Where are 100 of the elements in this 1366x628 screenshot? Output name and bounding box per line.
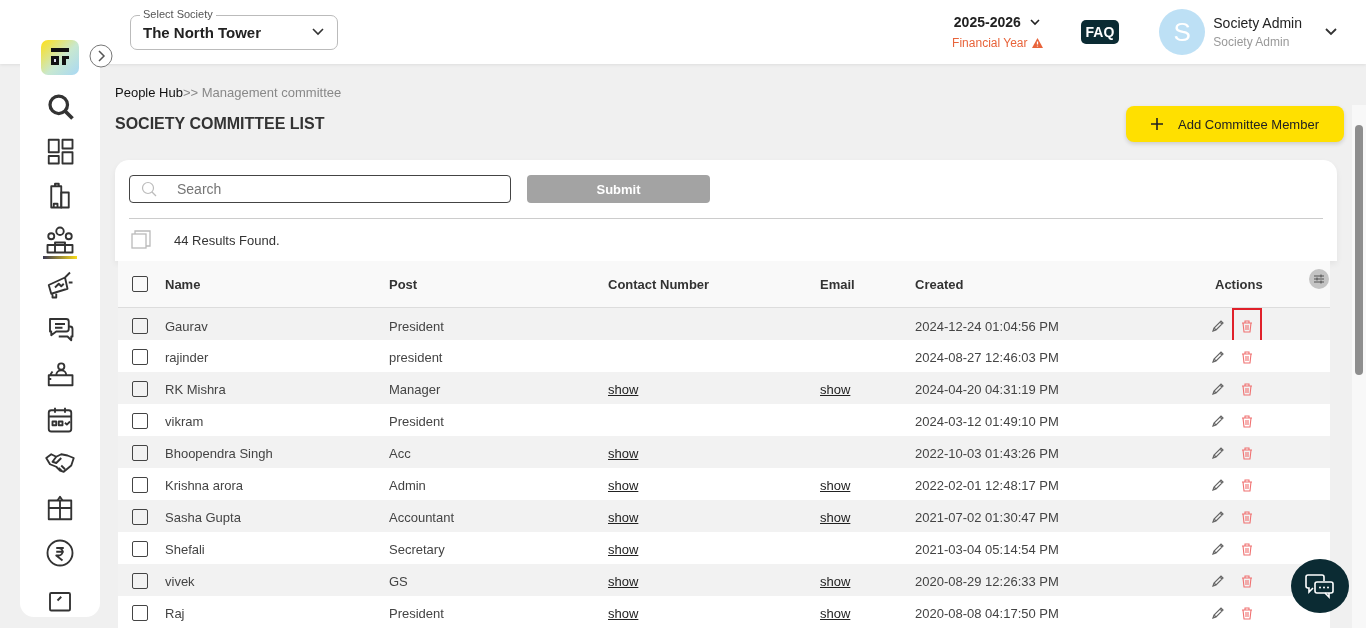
select-all-checkbox[interactable]	[132, 276, 148, 292]
trash-icon	[1241, 478, 1253, 492]
trash-icon	[1241, 510, 1253, 524]
edit-icon[interactable]	[1211, 446, 1225, 460]
user-name: Society Admin	[1213, 15, 1302, 31]
column-header: Email	[820, 276, 856, 292]
search-field[interactable]: Search	[129, 175, 511, 203]
app-logo[interactable]	[41, 40, 79, 75]
trash-icon	[1241, 542, 1253, 556]
chevron-down-icon[interactable]	[1324, 27, 1338, 37]
post-cell-text: president	[389, 349, 444, 365]
breadcrumb-current: >> Management committee	[182, 85, 342, 100]
post-cell-text: President	[389, 318, 445, 334]
edit-icon[interactable]	[1211, 382, 1225, 396]
chevron-down-icon	[1028, 18, 1041, 26]
post-cell-text: President	[389, 605, 445, 621]
post-cell-text: Secretary	[389, 541, 446, 557]
edit-icon[interactable]	[1211, 542, 1225, 556]
created-cell-text: 2022-02-01 12:48:17 PM	[915, 477, 1060, 493]
nav-icon	[45, 224, 75, 255]
created-cell-text: 2021-03-04 05:14:54 PM	[915, 541, 1060, 557]
show-email-link[interactable]: show	[820, 509, 851, 525]
edit-icon[interactable]	[1211, 350, 1225, 364]
row-checkbox[interactable]	[132, 573, 148, 589]
name-cell-text: vivek	[165, 573, 196, 589]
trash-icon	[1241, 606, 1253, 620]
name-cell-text: rajinder	[165, 349, 210, 365]
row-checkbox[interactable]	[132, 413, 148, 429]
year-selector[interactable]: 2025-2026	[953, 14, 1021, 30]
expand-sidebar-icon[interactable]	[89, 44, 113, 68]
row-checkbox[interactable]	[132, 381, 148, 397]
name-cell-text: vikram	[165, 413, 205, 429]
row-checkbox[interactable]	[132, 541, 148, 557]
row-checkbox[interactable]	[132, 349, 148, 365]
trash-icon	[1241, 414, 1253, 428]
add-member-button[interactable]: Add Committee Member	[1126, 106, 1344, 142]
edit-icon[interactable]	[1211, 510, 1225, 524]
name-cell-text: Krishna arora	[165, 477, 245, 493]
chevron-down-icon	[311, 27, 325, 37]
edit-icon[interactable]	[1211, 319, 1225, 333]
column-settings-icon[interactable]	[1309, 269, 1329, 289]
page-title: SOCIETY COMMITTEE LIST	[115, 115, 325, 133]
show-contact-link[interactable]: show	[608, 573, 639, 589]
created-cell-text: 2024-03-12 01:49:10 PM	[915, 413, 1060, 429]
edit-icon[interactable]	[1211, 414, 1225, 428]
name-cell-text: Bhoopendra Singh	[165, 445, 274, 461]
created-cell-text: 2021-07-02 01:30:47 PM	[915, 509, 1060, 525]
edit-icon[interactable]	[1211, 606, 1225, 620]
created-cell-text: 2020-08-08 04:17:50 PM	[915, 605, 1060, 621]
trash-icon	[1241, 350, 1253, 364]
trash-icon	[1241, 446, 1253, 460]
trash-icon	[1241, 319, 1253, 333]
show-email-link[interactable]: show	[820, 605, 851, 621]
edit-icon[interactable]	[1211, 478, 1225, 492]
post-cell-text: Acc	[389, 445, 412, 461]
results-count: 44 Results Found.	[174, 232, 280, 248]
row-checkbox[interactable]	[132, 477, 148, 493]
post-cell-text: Admin	[389, 477, 427, 493]
name-cell-text: Gaurav	[165, 318, 209, 334]
trash-icon	[1241, 382, 1253, 396]
financial-year-label: Financial Year	[952, 36, 1028, 50]
breadcrumb-link[interactable]: People Hub	[115, 85, 183, 100]
column-header: Post	[389, 276, 419, 292]
created-cell-text: 2024-04-20 04:31:19 PM	[915, 381, 1060, 397]
show-contact-link[interactable]: show	[608, 509, 639, 525]
column-header: Name	[165, 276, 202, 292]
post-cell-text: President	[389, 413, 445, 429]
column-header: Contact Number	[608, 276, 711, 292]
show-contact-link[interactable]: show	[608, 605, 639, 621]
show-email-link[interactable]: show	[820, 477, 851, 493]
post-cell-text: Manager	[389, 381, 442, 397]
warning-icon	[1031, 38, 1043, 48]
column-header: Created	[915, 276, 965, 292]
society-label: Select Society	[140, 7, 216, 20]
edit-icon[interactable]	[1211, 574, 1225, 588]
row-checkbox[interactable]	[132, 445, 148, 461]
user-role: Society Admin	[1213, 35, 1291, 49]
created-cell-text: 2022-10-03 01:43:26 PM	[915, 445, 1060, 461]
plus-icon	[1151, 118, 1164, 130]
row-checkbox[interactable]	[132, 318, 148, 334]
nav-icon	[45, 537, 75, 568]
post-cell-text: Accountant	[389, 509, 456, 525]
trash-icon	[1241, 574, 1253, 588]
search-icon	[141, 181, 157, 197]
show-email-link[interactable]: show	[820, 573, 851, 589]
row-checkbox[interactable]	[132, 605, 148, 621]
show-contact-link[interactable]: show	[608, 541, 639, 557]
show-contact-link[interactable]: show	[608, 477, 639, 493]
name-cell-text: RK Mishra	[165, 381, 227, 397]
created-cell-text: 2024-12-24 01:04:56 PM	[915, 318, 1060, 334]
chat-button[interactable]	[1291, 559, 1349, 613]
post-cell-text: GS	[389, 573, 409, 589]
show-contact-link[interactable]: show	[608, 445, 639, 461]
show-email-link[interactable]: show	[820, 381, 851, 397]
created-cell-text: 2024-08-27 12:46:03 PM	[915, 349, 1060, 365]
column-header: Actions	[1214, 276, 1263, 292]
show-contact-link[interactable]: show	[608, 381, 639, 397]
row-checkbox[interactable]	[132, 509, 148, 525]
faq-button[interactable]: FAQ	[1080, 20, 1120, 44]
name-cell-text: Shefali	[165, 541, 206, 557]
